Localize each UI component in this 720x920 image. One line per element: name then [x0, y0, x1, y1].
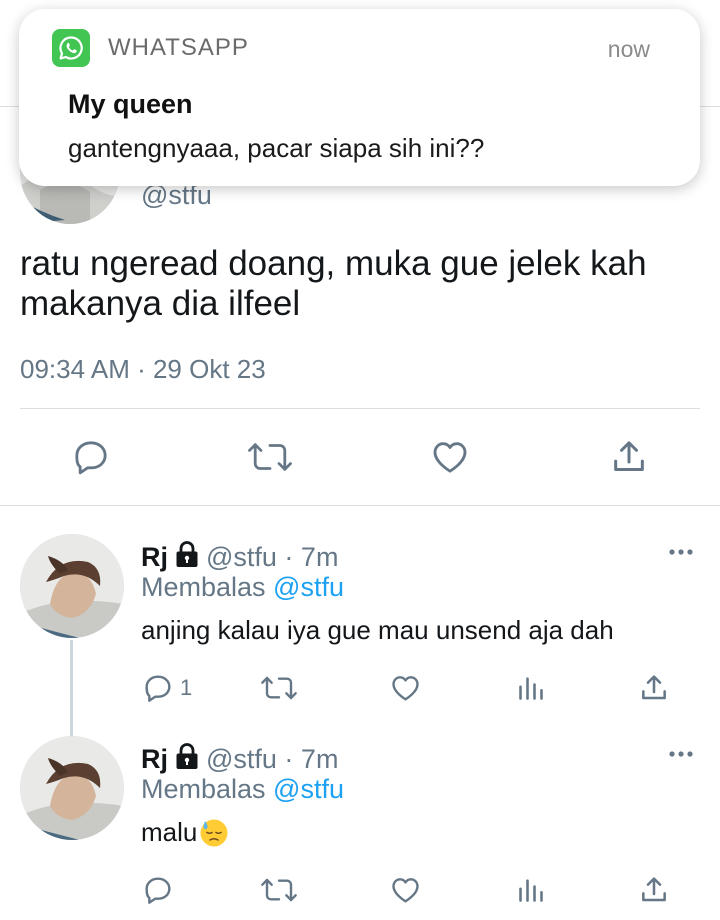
- reply-button[interactable]: [142, 872, 174, 908]
- notification-time: now: [607, 36, 650, 62]
- notification-app-name: WHATSAPP: [108, 34, 249, 61]
- mention-link[interactable]: @stfu: [273, 572, 344, 602]
- avatar-photo: [20, 736, 124, 840]
- avatar[interactable]: [20, 736, 124, 840]
- retweet-icon: [248, 443, 292, 471]
- analytics-button[interactable]: [517, 872, 545, 908]
- reply-action-bar: [0, 872, 720, 908]
- section-divider: [0, 505, 720, 506]
- replying-to-prefix: Membalas: [141, 572, 274, 602]
- share-icon: [642, 877, 666, 902]
- reply-text: anjing kalau iya gue mau unsend aja dah: [141, 615, 614, 645]
- reply-text: malu: [141, 817, 198, 847]
- whatsapp-icon: [52, 29, 90, 67]
- retweet-button[interactable]: [260, 872, 298, 908]
- author-handle-time[interactable]: @stfu · 7m: [206, 542, 338, 572]
- replying-to: Membalas @stfu: [141, 572, 344, 602]
- replying-to: Membalas @stfu: [141, 774, 344, 804]
- reply-header: Rj @stfu · 7m: [141, 540, 338, 574]
- tweet-text: ratu ngeread doang, muka gue jelek kah m…: [20, 244, 647, 323]
- reply-icon: [145, 675, 171, 702]
- reply-header: Rj @stfu · 7m: [141, 742, 338, 776]
- notification-message: gantengnyaaa, pacar siapa sih ini??: [68, 133, 485, 163]
- retweet-icon: [261, 676, 297, 700]
- reply-count: 1: [180, 675, 193, 700]
- like-icon: [392, 878, 419, 903]
- like-icon: [433, 442, 467, 473]
- author-handle-time[interactable]: @stfu · 7m: [206, 744, 338, 774]
- avatar[interactable]: [20, 534, 124, 638]
- avatar-photo: [20, 534, 124, 638]
- downcast-face-with-sweat-emoji: [198, 816, 230, 848]
- more-icon: [669, 549, 693, 555]
- share-button[interactable]: [638, 670, 670, 706]
- mention-link[interactable]: @stfu: [273, 774, 344, 804]
- replying-to-prefix: Membalas: [141, 774, 274, 804]
- analytics-button[interactable]: [517, 670, 545, 706]
- reply-body: malu: [141, 816, 230, 848]
- like-button[interactable]: [389, 872, 422, 908]
- reply-action-bar: 1: [0, 670, 720, 706]
- reply-button[interactable]: 1: [142, 670, 192, 706]
- author-name[interactable]: Rj: [141, 744, 168, 774]
- retweet-button[interactable]: [243, 430, 297, 484]
- tweet-action-bar: [0, 430, 720, 484]
- more-options-button[interactable]: [668, 746, 694, 764]
- retweet-button[interactable]: [260, 670, 298, 706]
- lock-icon: [174, 540, 200, 574]
- analytics-icon: [519, 879, 543, 902]
- share-icon: [614, 441, 644, 471]
- share-button[interactable]: [638, 872, 670, 908]
- more-options-button[interactable]: [668, 544, 694, 562]
- retweet-icon: [261, 878, 297, 902]
- notification-title: My queen: [68, 89, 193, 119]
- tweet-timestamp[interactable]: 09:34 AM · 29 Okt 23: [20, 354, 266, 385]
- more-icon: [669, 751, 693, 757]
- reply-icon: [145, 877, 171, 904]
- divider: [20, 408, 700, 409]
- reply-icon: [75, 441, 107, 475]
- share-button[interactable]: [602, 430, 656, 484]
- whatsapp-notification[interactable]: WHATSAPP now My queen gantengnyaaa, paca…: [19, 9, 700, 186]
- reply-button[interactable]: [64, 430, 118, 484]
- share-icon: [642, 675, 666, 700]
- like-button[interactable]: [423, 430, 477, 484]
- author-name[interactable]: Rj: [141, 542, 168, 572]
- like-button[interactable]: [389, 670, 422, 706]
- like-icon: [392, 676, 419, 701]
- analytics-icon: [519, 677, 543, 700]
- lock-icon: [174, 742, 200, 776]
